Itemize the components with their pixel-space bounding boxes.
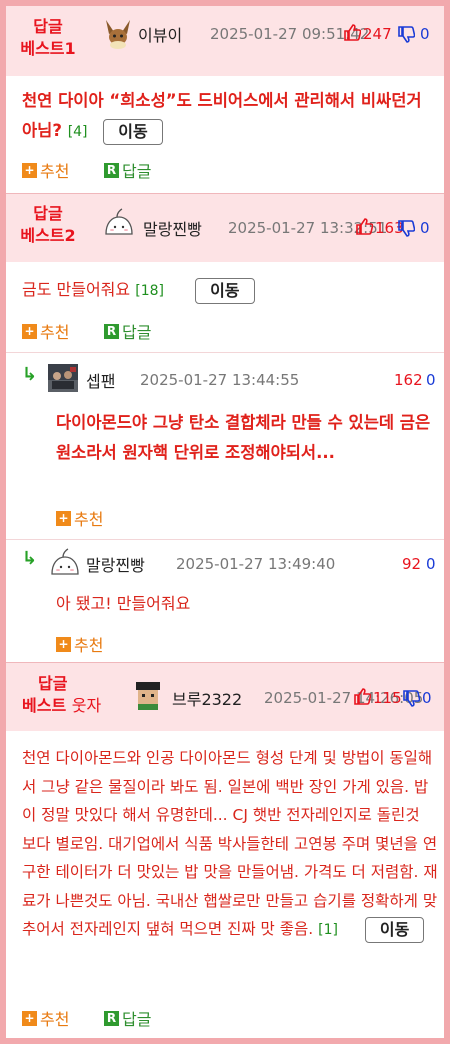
recommend-button[interactable]: + 추천 [56,632,103,656]
comment-body: 천연 다이아 “희소성”도 드비어스에서 관리해서 비싸던거 아님? [4] 이… [22,86,436,147]
reply-button[interactable]: R 답글 [104,158,151,182]
avatar[interactable] [48,546,82,580]
plus-icon: + [22,162,37,178]
thumb-down-icon [403,690,421,711]
recommend-label: 추천 [40,1010,70,1029]
comment-text: 천연 다이아몬드와 인공 다이아몬드 형성 단계 및 방법이 동일해서 그냥 같… [22,749,438,938]
divider [6,539,444,540]
plus-icon: + [22,1010,37,1026]
reply-label: 답글 [122,323,152,342]
upvote-count: 162 [394,371,423,389]
avatar[interactable] [102,206,136,240]
reply-body: 다이아몬드야 그냥 탄소 결합체라 만들 수 있는데 금은 원소라서 원자핵 단… [56,408,440,468]
nickname[interactable]: 이뷰이 [138,22,182,46]
reply-r-icon: R [104,1010,119,1026]
reply-text: 다이아몬드야 그냥 탄소 결합체라 만들 수 있는데 금은 원소라서 원자핵 단… [56,413,431,462]
bun-avatar-icon [105,208,133,235]
plus-icon: + [56,636,71,652]
reply-body: 아 됐고! 만들어줘요 [56,590,440,618]
recommend-label: 추천 [40,162,70,181]
recommend-button[interactable]: + 추천 [22,1006,69,1030]
nickname[interactable]: 말랑찐빵 [143,216,202,240]
reply-button[interactable]: R 답글 [104,319,151,343]
downvote-button[interactable] [398,26,416,47]
downvote-count: 0 [426,555,436,573]
avatar[interactable] [132,678,164,710]
move-button[interactable]: 이동 [195,277,255,304]
comment-list: 답글 베스트1 이뷰이 2025-01-27 09:51:42 247 0 천연… [0,0,450,1044]
eevee-avatar-icon [106,20,130,49]
nickname[interactable]: 브루2322 [172,686,242,710]
avatar[interactable] [102,18,134,50]
bun-avatar-icon [51,548,79,575]
thumb-up-icon [354,688,372,709]
plus-icon: + [22,323,37,339]
upvote-button[interactable] [354,688,372,709]
reply-count: [4] [67,124,88,140]
reply-label: 답글 [122,162,152,181]
move-button[interactable]: 이동 [103,118,163,145]
upvote-count: 115 [373,689,402,707]
avatar[interactable] [48,364,78,392]
comment-body: 천연 다이아몬드와 인공 다이아몬드 형성 단계 및 방법이 동일해서 그냥 같… [22,744,438,945]
divider [6,352,444,353]
reply-count: [1] [318,922,338,938]
upvote-button[interactable] [344,24,362,45]
reply-text: 아 됐고! 만들어줘요 [56,594,191,613]
recommend-button[interactable]: + 추천 [22,158,69,182]
reply-label: 답글 [122,1010,152,1029]
thumb-down-icon [398,26,416,47]
upvote-count: 92 [402,555,422,573]
thumb-down-icon [398,220,416,241]
reply-button[interactable]: R 답글 [104,1006,151,1030]
downvote-count: 0 [422,689,432,707]
reply-r-icon: R [104,323,119,339]
recommend-label: 추천 [40,323,70,342]
best-label: 답글 베스트1 [20,17,76,58]
reply-arrow-icon: ↳ [22,548,38,569]
downvote-button[interactable] [403,690,421,711]
timestamp: 2025-01-27 13:44:55 [140,371,300,389]
downvote-count: 0 [420,25,430,43]
downvote-count: 0 [420,219,430,237]
best-label: 답글 베스트2 [20,204,76,245]
thumb-up-icon [344,24,362,45]
thumb-up-icon [356,218,374,239]
upvote-count: 247 [363,25,392,43]
upvote-button[interactable] [356,218,374,239]
timestamp: 2025-01-27 13:49:40 [176,555,336,573]
recommend-button[interactable]: + 추천 [56,506,103,530]
pixel-avatar-icon [132,678,164,710]
recommend-button[interactable]: + 추천 [22,319,69,343]
move-button[interactable]: 이동 [364,916,425,943]
plus-icon: + [56,510,71,526]
recommend-label: 추천 [74,636,104,655]
reply-count: [18] [135,283,164,299]
best-label: 답글 베스트 웃자 [22,674,102,715]
reply-arrow-icon: ↳ [22,364,38,385]
comment-text: 금도 만들어줘요 [22,280,131,299]
reply-r-icon: R [104,162,119,178]
recommend-label: 추천 [74,510,104,529]
downvote-count: 0 [426,371,436,389]
comment-body: 금도 만들어줘요 [18] 이동 [22,276,436,305]
downvote-button[interactable] [398,220,416,241]
nickname[interactable]: 셉팬 [86,368,115,392]
nickname[interactable]: 말랑찐빵 [86,552,145,576]
photo-avatar-icon [48,364,78,392]
